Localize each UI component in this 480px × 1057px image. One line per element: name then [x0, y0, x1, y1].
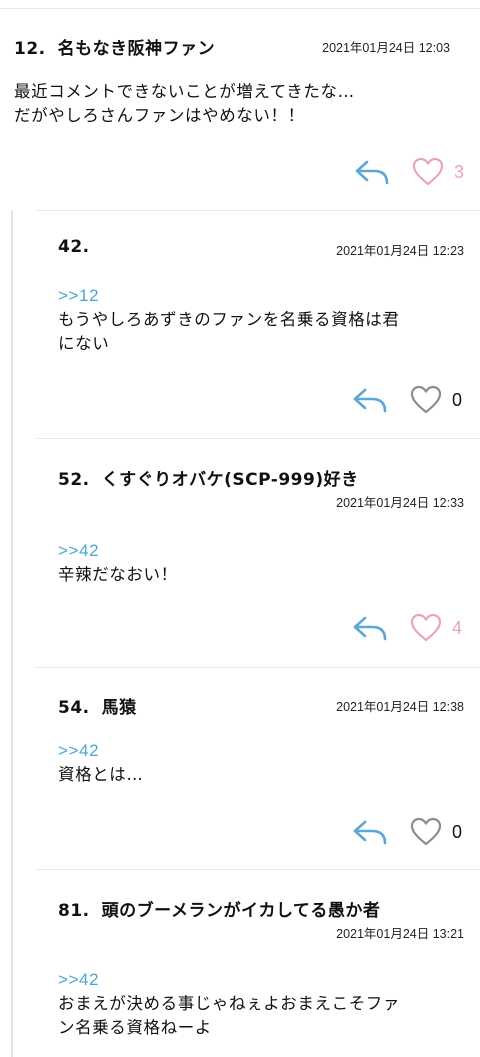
comment-body: >>42 辛辣だなおい！ [58, 539, 178, 587]
comment-text-line: だがやしろさんファンはやめない！！ [14, 106, 305, 125]
comment-text-line: おまえが決める事じゃねぇよおまえこそファ [58, 994, 400, 1013]
comment-author: 42. [58, 237, 102, 257]
comment-text-line: 最近コメントできないことが増えてきたな… [14, 82, 355, 101]
author-name: 頭のブーメランがイカしてる愚か者 [101, 901, 381, 921]
reply-icon[interactable] [352, 385, 388, 415]
author-name: 馬猿 [101, 698, 137, 718]
anchor-link[interactable]: >>42 [58, 739, 144, 763]
comment-date: 2021年01月24日 12:03 [322, 41, 450, 55]
heart-icon[interactable] [412, 157, 444, 187]
comment-text-line: 辛辣だなおい！ [58, 565, 178, 584]
like-count: 3 [454, 161, 465, 182]
comment-header: 42. 2021年01月24日 12:23 [58, 237, 480, 273]
comment-author: 12. 名もなき阪神ファン [14, 34, 215, 59]
comment-actions: 3 [354, 155, 466, 189]
reply-icon[interactable] [354, 157, 390, 187]
divider [36, 667, 480, 668]
comment-author: 54. 馬猿 [58, 693, 137, 718]
comment-body: >>42 資格とは… [58, 739, 144, 787]
comment-date: 2021年01月24日 12:33 [336, 496, 464, 510]
anchor-link[interactable]: >>12 [58, 284, 400, 308]
anchor-link[interactable]: >>42 [58, 968, 400, 992]
comment-date: 2021年01月24日 13:21 [336, 927, 464, 941]
like-count: 0 [452, 389, 463, 410]
comment-actions: 0 [352, 383, 464, 417]
like-count: 4 [452, 617, 463, 638]
heart-icon[interactable] [410, 817, 442, 847]
comment-header: 81. 頭のブーメランがイカしてる愚か者 2021年01月24日 13:21 [58, 896, 480, 941]
comment-body: >>12 もうやしろあずきのファンを名乗る資格は君 にない [58, 284, 400, 356]
author-name: 名もなき阪神ファン [57, 39, 216, 59]
comment-number: 52. [58, 470, 90, 490]
comment-header: 52. くすぐりオバケ(SCP-999)好き 2021年01月24日 12:33 [58, 465, 480, 510]
comment-actions: 0 [352, 815, 464, 849]
comment-12: 12. 名もなき阪神ファン 2021年01月24日 12:03 最近コメントできな… [0, 10, 480, 210]
comment-52: 52. くすぐりオバケ(SCP-999)好き 2021年01月24日 12:33 … [58, 465, 480, 665]
comment-actions: 4 [352, 611, 464, 645]
comment-date: 2021年01月24日 12:38 [336, 700, 464, 714]
comment-author: 81. 頭のブーメランがイカしてる愚か者 [58, 896, 380, 921]
comment-number: 54. [58, 698, 90, 718]
comment-81: 81. 頭のブーメランがイカしてる愚か者 2021年01月24日 13:21 >>… [58, 896, 480, 1057]
reply-thread-line [11, 210, 13, 1057]
comment-header: 54. 馬猿 2021年01月24日 12:38 [58, 693, 480, 729]
comment-header: 12. 名もなき阪神ファン 2021年01月24日 12:03 [14, 34, 480, 70]
divider [36, 210, 480, 211]
comment-text-line: 資格とは… [58, 765, 144, 784]
comment-number: 12. [14, 39, 46, 59]
comment-author: 52. くすぐりオバケ(SCP-999)好き [58, 465, 359, 490]
author-name: くすぐりオバケ(SCP-999)好き [101, 470, 359, 490]
reply-icon[interactable] [352, 613, 388, 643]
reply-icon[interactable] [352, 817, 388, 847]
heart-icon[interactable] [410, 613, 442, 643]
comment-number: 81. [58, 901, 90, 921]
comment-42: 42. 2021年01月24日 12:23 >>12 もうやしろあずきのファンを… [58, 237, 480, 437]
anchor-link[interactable]: >>42 [58, 539, 178, 563]
divider [36, 438, 480, 439]
comment-date: 2021年01月24日 12:23 [336, 244, 464, 258]
divider [36, 869, 480, 870]
heart-icon[interactable] [410, 385, 442, 415]
comment-number: 42. [58, 237, 90, 257]
comment-54: 54. 馬猿 2021年01月24日 12:38 >>42 資格とは… 0 [58, 693, 480, 868]
like-count: 0 [452, 821, 463, 842]
top-divider [0, 0, 480, 9]
comment-body: 最近コメントできないことが増えてきたな… だがやしろさんファンはやめない！！ [14, 80, 355, 128]
comment-text-line: ン名乗る資格ねーよ [58, 1018, 212, 1037]
comment-text-line: もうやしろあずきのファンを名乗る資格は君 [58, 310, 400, 329]
comment-text-line: にない [58, 334, 110, 353]
comment-body: >>42 おまえが決める事じゃねぇよおまえこそファ ン名乗る資格ねーよ [58, 968, 400, 1040]
